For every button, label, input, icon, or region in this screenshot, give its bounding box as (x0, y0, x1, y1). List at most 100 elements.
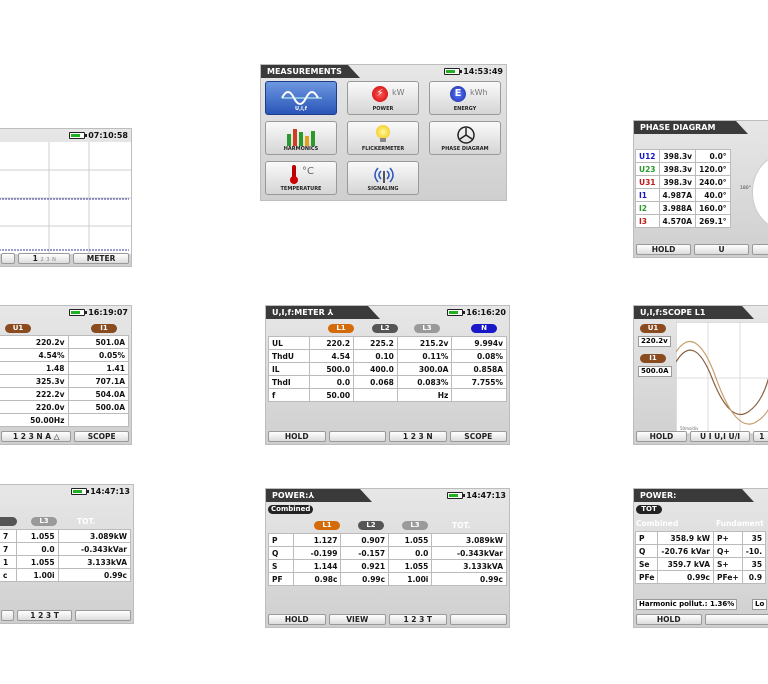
waveform-icon (281, 91, 322, 105)
tile-signaling[interactable]: SIGNALING (347, 161, 419, 195)
table-row: Se 359.7 kVA S+ 35 (634, 557, 767, 571)
scope-button[interactable]: SCOPE (449, 431, 507, 442)
view-badge: TOT (636, 505, 662, 514)
table-row: 1.48 1.41 (0, 361, 129, 375)
softkey-blank[interactable] (449, 614, 507, 625)
header-u1: U1 (5, 324, 31, 333)
clock: 14:47:13 (71, 485, 130, 498)
table-row: Q -0.199 -0.157 0.0 -0.343kVar (268, 546, 507, 560)
header-l1: L1 (314, 521, 340, 530)
view-select[interactable]: U I U,I U/I (689, 431, 751, 442)
power-table: P 358.9 kW P+ 35 Q -20.76 kVar Q+ -10. Se 359.7… (634, 531, 767, 584)
softkey-bar: HOLD 1 2 3 N SCOPE (268, 431, 507, 442)
softkey-channel[interactable]: 1 2 3 T (16, 610, 73, 621)
softkey-bar: HOLD U I U,I U/I 1 (636, 431, 768, 442)
header-n: N (471, 324, 497, 333)
softkey-channel[interactable]: 1 2 3 N (18, 253, 71, 264)
softkey-channel[interactable]: 1 2 3 N (389, 431, 447, 442)
table-row: U31 398.3v 240.0° (635, 175, 731, 189)
table-row: c 1.00i 0.99c (0, 568, 132, 582)
header-l2 (0, 517, 17, 526)
header-tot: TOT. (77, 517, 96, 526)
hold-button[interactable]: HOLD (268, 431, 326, 442)
softkey-bar: 1 2 3 N METER (1, 253, 129, 264)
table-row: IL 500.0 400.0 300.0A 0.858A (267, 362, 507, 376)
clock: 14:53:49 (444, 65, 503, 78)
channel-button[interactable]: 1 (753, 431, 768, 442)
softkey-blank[interactable] (752, 244, 768, 255)
tile-uif[interactable]: U,I,f (265, 81, 337, 115)
tile-power[interactable]: ⚡ kW POWER (347, 81, 419, 115)
clock: 16:16:20 (447, 306, 506, 319)
header-l2: L2 (358, 521, 384, 530)
screen-phase-diagram: PHASE DIAGRAM U12 398.3v 0.0° U23 398.3v 120… (633, 120, 768, 258)
phase-circle (752, 151, 768, 233)
table-row: I3 4.570A 269.1° (635, 214, 731, 228)
i1-value: 500.0A (638, 366, 672, 377)
table-row: PF 0.98c 0.99c 1.00i 0.99c (268, 572, 507, 586)
tile-flickermeter[interactable]: FLICKERMETER (347, 121, 419, 155)
table-row: ThdI 0.0 0.068 0.083% 7.755% (267, 375, 507, 389)
screen-title: POWER: (634, 489, 754, 502)
harmonics-icon (287, 129, 315, 146)
scope-grid (0, 142, 131, 254)
softkey-blank[interactable] (75, 610, 132, 621)
meter-table: 220.2v 501.0A 4.54% 0.05% 1.48 1.41 325.3v 7… (0, 335, 129, 427)
meter-table: UL 220.2 225.2 215.2v 9.994v ThdU 4.54 0.10 0.1… (267, 336, 507, 402)
header-tot: TOT. (452, 521, 471, 530)
hold-button[interactable]: HOLD (636, 614, 702, 625)
softkey-blank[interactable] (1, 253, 16, 264)
table-row: PFe 0.99c PFe+ 0.9 (634, 570, 767, 584)
power-table: 7 1.055 3.089kW 7 0.0 -0.343kVar 1 1.055 3.133… (0, 529, 132, 582)
softkey-bar: 1 2 3 N A △ SCOPE (1, 431, 129, 442)
battery-icon (447, 309, 466, 316)
section-fundamental: Fundament (716, 519, 764, 528)
table-row: 222.2v 504.0A (0, 387, 129, 401)
softkey-channel[interactable]: 1 2 3 N A △ (1, 431, 72, 442)
scope-plot (676, 322, 768, 434)
softkey-blank[interactable] (704, 614, 768, 625)
meter-button[interactable]: METER (73, 253, 129, 264)
screen-scope-partial: 07:10:58 1 2 3 N METER (0, 128, 132, 267)
softkey-channel[interactable]: 1 2 3 T (389, 614, 447, 625)
screen-power-partial: 14:47:13 L3 TOT. 7 1.055 3.089kW 7 0.0 -0.34… (0, 484, 134, 624)
tile-harmonics[interactable]: HARMONICS (265, 121, 337, 155)
view-button[interactable]: VIEW (328, 614, 386, 625)
three-phase-icon: ⅄ (327, 308, 334, 317)
screen-power-combined: POWER:⅄ 14:47:13 Combined L1 L2 L3 TOT. … (265, 488, 510, 628)
section-combined: Combined (636, 519, 679, 528)
hold-button[interactable]: HOLD (636, 431, 687, 442)
table-row: I1 4.987A 40.0° (635, 188, 731, 202)
hold-button[interactable]: HOLD (268, 614, 326, 625)
phase-table: U12 398.3v 0.0° U23 398.3v 120.0° U31 398.3v 2… (635, 149, 731, 228)
softkey-bar: HOLD (636, 614, 768, 625)
tile-temperature[interactable]: °C TEMPERATURE (265, 161, 337, 195)
phase-icon (457, 126, 475, 144)
energy-icon: E (450, 86, 466, 102)
screen-title: POWER:⅄ (266, 489, 372, 502)
softkey-bar: HOLD VIEW 1 2 3 T (268, 614, 507, 625)
battery-icon (444, 68, 463, 75)
clock: 07:10:58 (69, 129, 128, 142)
scope-button[interactable]: SCOPE (74, 431, 129, 442)
tile-energy[interactable]: E kWh ENERGY (429, 81, 501, 115)
u-button[interactable]: U (694, 244, 750, 255)
softkey-bar: 1 2 3 T (1, 610, 132, 621)
table-row: 4.54% 0.05% (0, 348, 129, 362)
table-row: P 358.9 kW P+ 35 (634, 531, 767, 545)
power-table: P 1.127 0.907 1.055 3.089kW Q -0.199 -0.157 0.0… (268, 533, 507, 586)
hold-button[interactable]: HOLD (636, 244, 692, 255)
header-l3: L3 (414, 324, 440, 333)
softkey-blank[interactable] (1, 610, 14, 621)
battery-icon (69, 309, 88, 316)
screen-title: U,I,f:METER ⅄ (266, 306, 380, 319)
harmonic-pollution: Harmonic pollut.: 1.36% (636, 599, 738, 610)
table-row: 1 1.055 3.133kVA (0, 555, 132, 569)
screen-uif-meter: U,I,f:METER ⅄ 16:16:20 L1 L2 L3 N UL 220.… (265, 305, 510, 445)
signal-icon (374, 167, 394, 183)
table-row: 325.3v 707.1A (0, 374, 129, 388)
softkey-blank[interactable] (328, 431, 386, 442)
tile-phase-diagram[interactable]: PHASE DIAGRAM (429, 121, 501, 155)
header-l1: L1 (328, 324, 354, 333)
screen-title: PHASE DIAGRAM (634, 121, 748, 134)
